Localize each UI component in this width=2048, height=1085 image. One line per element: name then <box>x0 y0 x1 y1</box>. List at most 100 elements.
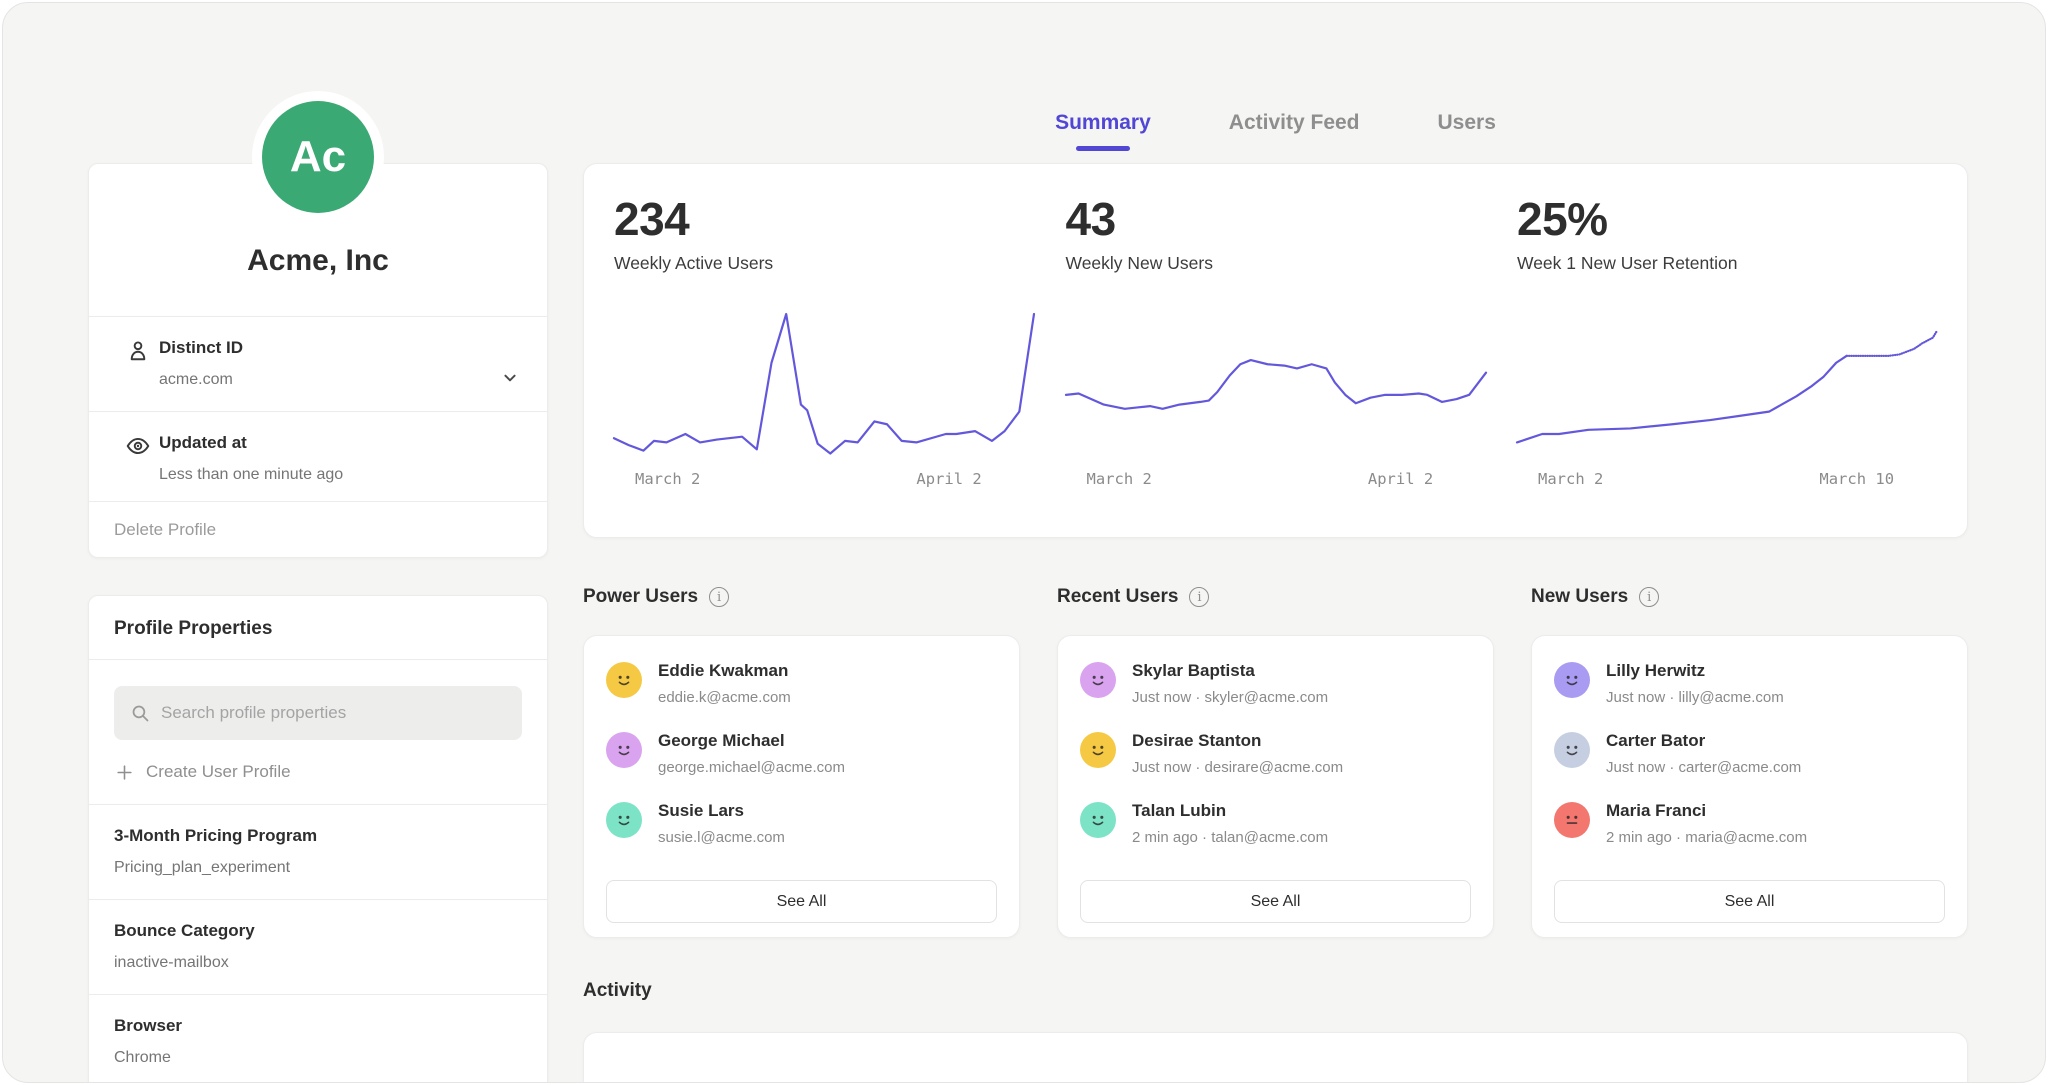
distinct-id-label: Distinct ID <box>159 337 522 359</box>
stat-label: Week 1 New User Retention <box>1517 253 1937 274</box>
create-user-profile-label: Create User Profile <box>146 762 291 782</box>
tab-activity-feed[interactable]: Activity Feed <box>1229 109 1360 137</box>
user-name: Skylar Baptista <box>1132 660 1328 682</box>
new-users-header: New Users i <box>1531 585 1968 609</box>
recent-users-header: Recent Users i <box>1057 585 1494 609</box>
property-row[interactable]: Browser Chrome <box>89 994 547 1083</box>
updated-at-value: Less than one minute ago <box>159 464 522 485</box>
user-detail: Just now · lilly@acme.com <box>1606 688 1784 707</box>
search-icon <box>130 703 151 724</box>
user-row[interactable]: Carter Bator Just now · carter@acme.com <box>1554 730 1945 777</box>
tab-bar: Summary Activity Feed Users <box>583 109 1968 137</box>
activity-section-title: Activity <box>583 980 652 1002</box>
user-avatar <box>1080 802 1116 838</box>
property-label: 3-Month Pricing Program <box>114 825 522 847</box>
delete-profile-row: Delete Profile <box>89 501 547 558</box>
profile-properties-header: Profile Properties <box>89 596 547 660</box>
user-detail: eddie.k@acme.com <box>658 688 791 707</box>
user-name: Eddie Kwakman <box>658 660 791 682</box>
user-row[interactable]: Eddie Kwakman eddie.k@acme.com <box>606 660 997 707</box>
see-all-button[interactable]: See All <box>606 880 997 923</box>
list-title: New Users <box>1531 586 1628 608</box>
user-row[interactable]: Maria Franci 2 min ago · maria@acme.com <box>1554 800 1945 847</box>
delete-profile-button[interactable]: Delete Profile <box>114 520 216 540</box>
user-detail: Just now · carter@acme.com <box>1606 758 1801 777</box>
stat-week1-retention: 25% Week 1 New User Retention March 2 Ma… <box>1517 164 1937 494</box>
list-title: Recent Users <box>1057 586 1178 608</box>
user-name: Lilly Herwitz <box>1606 660 1784 682</box>
create-user-profile-button[interactable]: Create User Profile <box>89 740 547 804</box>
stat-value: 234 <box>614 194 1034 244</box>
user-row[interactable]: Talan Lubin 2 min ago · talan@acme.com <box>1080 800 1471 847</box>
user-lists-row: Power Users i Eddie Kwakman eddie.k@acme… <box>583 585 1968 938</box>
property-value: Pricing_plan_experiment <box>114 857 522 878</box>
x-axis-tick: March 10 <box>1819 470 1894 488</box>
property-value: Chrome <box>114 1047 522 1068</box>
stat-weekly-active-users: 234 Weekly Active Users March 2 April 2 <box>614 164 1034 494</box>
see-all-button[interactable]: See All <box>1554 880 1945 923</box>
user-row[interactable]: George Michael george.michael@acme.com <box>606 730 997 777</box>
updated-at-label: Updated at <box>159 432 522 454</box>
user-detail: 2 min ago · maria@acme.com <box>1606 828 1807 847</box>
stat-label: Weekly New Users <box>1066 253 1486 274</box>
activity-card: 234 240 3.4k <box>583 1032 1968 1083</box>
user-name: Talan Lubin <box>1132 800 1328 822</box>
user-row[interactable]: Desirae Stanton Just now · desirare@acme… <box>1080 730 1471 777</box>
x-axis: March 2 March 10 <box>1517 470 1937 494</box>
x-axis-tick: April 2 <box>1368 470 1433 488</box>
user-name: Desirae Stanton <box>1132 730 1343 752</box>
user-detail: susie.l@acme.com <box>658 828 785 847</box>
user-avatar <box>1554 732 1590 768</box>
chevron-down-icon[interactable] <box>499 367 521 389</box>
user-detail: Just now · desirare@acme.com <box>1132 758 1343 777</box>
power-users-section: Power Users i Eddie Kwakman eddie.k@acme… <box>583 585 1020 938</box>
plus-icon <box>115 763 134 782</box>
user-detail: 2 min ago · talan@acme.com <box>1132 828 1328 847</box>
info-icon[interactable]: i <box>1639 587 1659 607</box>
user-avatar <box>1554 662 1590 698</box>
user-avatar <box>1080 662 1116 698</box>
user-name: Carter Bator <box>1606 730 1801 752</box>
user-name: George Michael <box>658 730 845 752</box>
info-icon[interactable]: i <box>1189 587 1209 607</box>
activity-stat-value: 234 <box>614 1076 1034 1083</box>
new-users-section: New Users i Lilly Herwitz Just now · lil… <box>1531 585 1968 938</box>
search-input[interactable] <box>161 703 506 723</box>
distinct-id-row: Distinct ID acme.com <box>89 316 547 411</box>
new-users-card: Lilly Herwitz Just now · lilly@acme.com … <box>1531 635 1968 938</box>
user-row[interactable]: Lilly Herwitz Just now · lilly@acme.com <box>1554 660 1945 707</box>
weekly-active-users-chart <box>614 308 1034 458</box>
activity-stat-value: 240 <box>1066 1076 1486 1083</box>
distinct-id-value: acme.com <box>159 369 522 390</box>
property-row[interactable]: 3-Month Pricing Program Pricing_plan_exp… <box>89 804 547 899</box>
stat-value: 43 <box>1066 194 1486 244</box>
tab-summary[interactable]: Summary <box>1055 109 1151 137</box>
company-avatar: Ac <box>252 91 384 223</box>
power-users-card: Eddie Kwakman eddie.k@acme.com George Mi… <box>583 635 1020 938</box>
x-axis-tick: March 2 <box>1087 470 1152 488</box>
user-row[interactable]: Susie Lars susie.l@acme.com <box>606 800 997 847</box>
property-label: Browser <box>114 1015 522 1037</box>
user-detail: george.michael@acme.com <box>658 758 845 777</box>
info-icon[interactable]: i <box>709 587 729 607</box>
user-avatar <box>606 802 642 838</box>
property-label: Bounce Category <box>114 920 522 942</box>
power-users-header: Power Users i <box>583 585 1020 609</box>
person-icon <box>125 338 151 364</box>
profile-properties-search <box>114 686 522 740</box>
summary-card: 234 Weekly Active Users March 2 April 2 … <box>583 163 1968 538</box>
company-name: Acme, Inc <box>247 244 389 278</box>
x-axis-tick: March 2 <box>635 470 700 488</box>
user-row[interactable]: Skylar Baptista Just now · skyler@acme.c… <box>1080 660 1471 707</box>
user-name: Maria Franci <box>1606 800 1807 822</box>
property-row[interactable]: Bounce Category inactive-mailbox <box>89 899 547 994</box>
stat-value: 25% <box>1517 194 1937 244</box>
user-name: Susie Lars <box>658 800 785 822</box>
recent-users-card: Skylar Baptista Just now · skyler@acme.c… <box>1057 635 1494 938</box>
weekly-new-users-chart <box>1066 308 1486 458</box>
x-axis: March 2 April 2 <box>1066 470 1486 494</box>
see-all-button[interactable]: See All <box>1080 880 1471 923</box>
x-axis: March 2 April 2 <box>614 470 1034 494</box>
list-title: Power Users <box>583 586 698 608</box>
tab-users[interactable]: Users <box>1438 109 1496 137</box>
